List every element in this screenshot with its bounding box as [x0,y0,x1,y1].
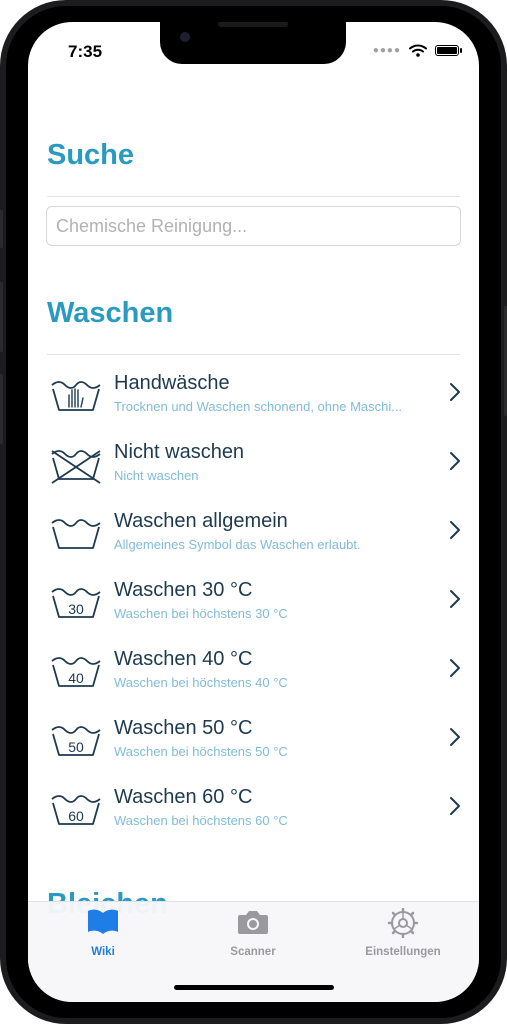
book-icon [88,909,118,934]
search-field[interactable] [46,206,461,246]
search-section-title: Suche [47,139,135,171]
list-item[interactable]: 40 Waschen 40 °C Waschen bei höchstens 4… [28,644,479,708]
list-item[interactable]: 30 Waschen 30 °C Waschen bei höchstens 3… [28,575,479,639]
list-item-subtitle: Nicht waschen [114,468,199,483]
app-screen: 7:35 ●●●● Suche Waschen [28,22,479,1002]
list-item[interactable]: Waschen allgemein Allgemeines Symbol das… [28,506,479,570]
divider [47,354,460,355]
chevron-right-icon [450,797,460,815]
washing-section-title: Waschen [47,297,174,329]
signal-dots-icon: ●●●● [372,45,401,56]
tab-label: Einstellungen [365,946,441,958]
hand-wash-icon [51,381,101,411]
tab-settings[interactable]: Einstellungen [328,908,478,968]
wash-40-icon: 40 [51,657,101,687]
list-item-subtitle: Waschen bei höchstens 30 °C [114,606,288,621]
wash-60-icon: 60 [51,795,101,825]
tab-label: Scanner [230,946,276,958]
chevron-right-icon [450,728,460,746]
phone-frame: 7:35 ●●●● Suche Waschen [0,0,507,1024]
list-item-subtitle: Waschen bei höchstens 60 °C [114,813,288,828]
chevron-right-icon [450,590,460,608]
list-item-subtitle: Waschen bei höchstens 50 °C [114,744,288,759]
mute-switch [0,210,3,248]
list-item[interactable]: 50 Waschen 50 °C Waschen bei höchstens 5… [28,713,479,777]
list-item-subtitle: Waschen bei höchstens 40 °C [114,675,288,690]
status-time: 7:35 [68,42,103,61]
list-item-title: Waschen 50 °C [114,717,253,739]
list-item[interactable]: Nicht waschen Nicht waschen [28,437,479,501]
volume-up-button [0,282,3,352]
wifi-icon [409,44,427,57]
volume-down-button [0,374,3,444]
battery-icon [435,45,462,56]
tab-scanner[interactable]: Scanner [178,908,328,968]
list-item-subtitle: Allgemeines Symbol das Waschen erlaubt. [114,537,361,552]
list-item-subtitle: Trocknen und Waschen schonend, ohne Masc… [114,399,403,414]
wash-50-icon: 50 [51,726,101,756]
list-item-title: Handwäsche [114,372,230,394]
wash-icon [51,519,101,549]
front-camera-icon [180,32,190,42]
chevron-right-icon [450,452,460,470]
chevron-right-icon [450,521,460,539]
chevron-right-icon [450,659,460,677]
tab-label: Wiki [91,946,115,958]
search-input[interactable] [47,207,460,245]
svg-text:30: 30 [68,601,84,617]
divider [47,196,460,197]
notch [160,22,346,64]
tab-wiki[interactable]: Wiki [28,908,178,968]
no-wash-icon [51,450,101,484]
list-item-title: Waschen 60 °C [114,786,253,808]
svg-text:50: 50 [68,739,84,755]
svg-text:60: 60 [68,808,84,824]
chevron-right-icon [450,383,460,401]
gear-icon [387,908,419,938]
speaker-grille [218,22,288,27]
tab-bar: Wiki Scanner Einstellungen [28,901,479,1002]
list-item-title: Nicht waschen [114,441,245,463]
list-item-title: Waschen 30 °C [114,579,253,601]
list-item[interactable]: 60 Waschen 60 °C Waschen bei höchstens 6… [28,782,479,846]
list-item-title: Waschen 40 °C [114,648,253,670]
camera-icon [238,911,268,934]
status-indicators: ●●●● [372,44,462,57]
list-item-title: Waschen allgemein [114,510,288,532]
svg-text:40: 40 [68,670,84,686]
wash-30-icon: 30 [51,588,101,618]
home-indicator[interactable] [174,985,334,990]
list-item[interactable]: Handwäsche Trocknen und Waschen schonend… [28,368,479,432]
